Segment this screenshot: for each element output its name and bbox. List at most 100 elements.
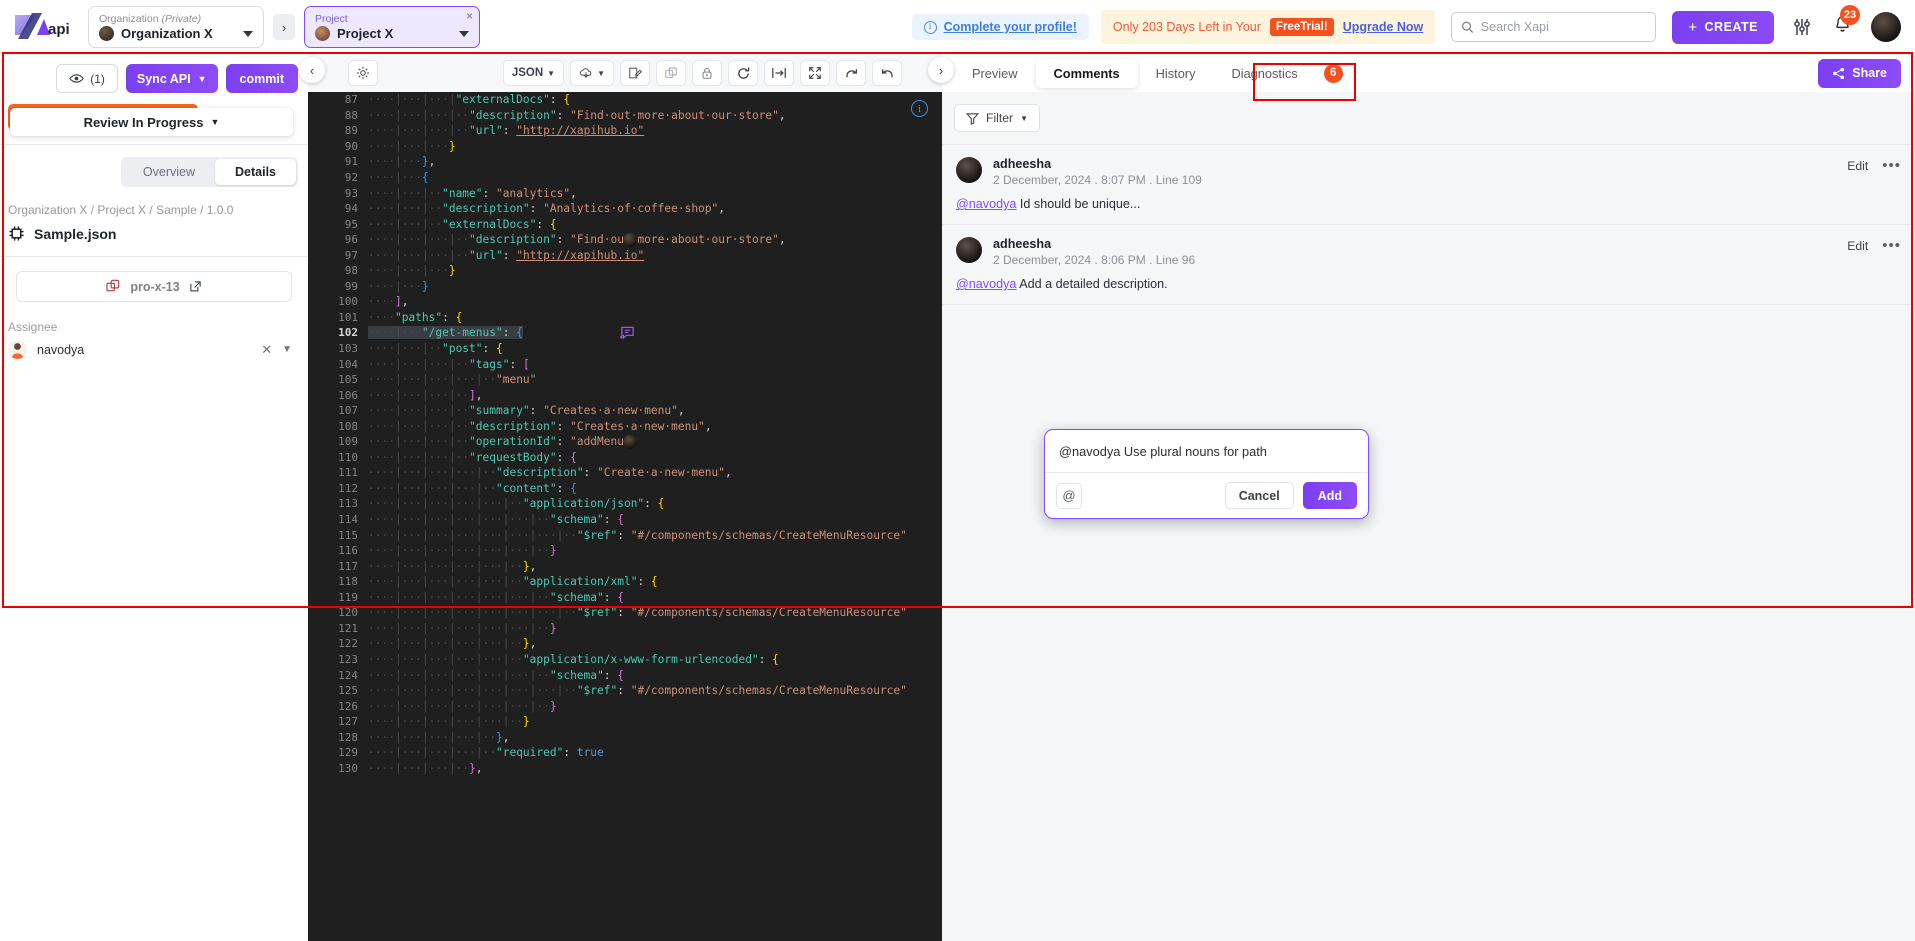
code-line[interactable]: 89····|···|···|··"url": "http://xapihub.… — [308, 123, 942, 139]
assignee-row[interactable]: navodya ✕ ▼ — [0, 340, 308, 359]
mention-link[interactable]: @navodya — [956, 277, 1016, 291]
code-line[interactable]: 100····], — [308, 294, 942, 310]
code-line[interactable]: 113····|···|···|···|···|··"application/j… — [308, 496, 942, 512]
code-text[interactable]: ····|···|···|···|···|···|···|··"$ref": "… — [368, 684, 942, 697]
code-line[interactable]: 88····|···|···|··"description": "Find·ou… — [308, 108, 942, 124]
code-line[interactable]: 103····|···|··"post": { — [308, 341, 942, 357]
code-text[interactable]: ····], — [368, 295, 942, 308]
tab-diagnostics[interactable]: Diagnostics — [1213, 59, 1315, 88]
settings-sliders-icon[interactable] — [1792, 17, 1812, 37]
collapse-right-button[interactable]: › — [928, 57, 954, 83]
fullscreen-button[interactable] — [800, 60, 830, 86]
code-line[interactable]: 127····|···|···|···|···|··} — [308, 714, 942, 730]
code-text[interactable]: ····|···|···} — [368, 264, 942, 277]
code-line[interactable]: 115····|···|···|···|···|···|···|··"$ref"… — [308, 527, 942, 543]
external-link-icon[interactable] — [189, 280, 202, 293]
code-line[interactable]: 102····|···"/get-menus": { — [308, 325, 942, 341]
undo-button[interactable] — [872, 60, 902, 86]
code-line[interactable]: 116····|···|···|···|···|···|··} — [308, 543, 942, 559]
code-line[interactable]: 91····|···}, — [308, 154, 942, 170]
edit-comment-button[interactable]: Edit — [1847, 159, 1868, 173]
code-text[interactable]: ····|···|···|···|···|···|··} — [368, 544, 942, 557]
code-line[interactable]: 128····|···|···|···|··}, — [308, 729, 942, 745]
info-icon[interactable]: i — [911, 100, 928, 117]
lock-button[interactable] — [692, 60, 722, 86]
code-line[interactable]: 123····|···|···|···|···|··"application/x… — [308, 652, 942, 668]
share-button[interactable]: Share — [1818, 59, 1901, 88]
gutter-comment-avatar[interactable] — [623, 233, 637, 247]
code-text[interactable]: ····|···|···|···|···|··"application/x-ww… — [368, 653, 942, 666]
code-text[interactable]: ····|···|···|···|··"menu" — [368, 373, 942, 386]
code-text[interactable]: ····|···|···|···|···|···|···|··"$ref": "… — [368, 606, 942, 619]
comment-item[interactable]: adheesha 2 December, 2024 . 8:06 PM . Li… — [942, 224, 1915, 304]
code-line[interactable]: 108····|···|···|··"description": "Create… — [308, 418, 942, 434]
search-box[interactable] — [1451, 12, 1656, 42]
refresh-button[interactable] — [728, 60, 758, 86]
notifications-bell[interactable]: 23 — [1832, 14, 1853, 40]
code-text[interactable]: ····|···|···|···|··"description": "Creat… — [368, 466, 942, 479]
filter-button[interactable]: Filter ▼ — [954, 104, 1040, 132]
tab-overview[interactable]: Overview — [123, 159, 215, 185]
editor-settings-button[interactable] — [348, 60, 378, 86]
code-text[interactable]: ····|···|···|···|···|··"application/xml"… — [368, 575, 942, 588]
code-text[interactable]: ····|···|··"externalDocs": { — [368, 218, 942, 231]
add-comment-icon[interactable] — [620, 325, 635, 340]
code-line[interactable]: 101····"paths": { — [308, 310, 942, 326]
code-text[interactable]: ····|···|···|··], — [368, 389, 942, 402]
cancel-button[interactable]: Cancel — [1225, 482, 1294, 509]
collapse-left-button[interactable]: ‹ — [299, 57, 325, 83]
code-text[interactable]: ····|···|···|···|···|···|···|··"$ref": "… — [368, 529, 942, 542]
code-line[interactable]: 105····|···|···|···|··"menu" — [308, 372, 942, 388]
code-text[interactable]: ····|···}, — [368, 155, 942, 168]
remove-assignee-icon[interactable]: ✕ — [261, 342, 272, 358]
more-options-icon[interactable]: ••• — [1882, 161, 1901, 171]
code-line[interactable]: 93····|···|··"name": "analytics", — [308, 185, 942, 201]
complete-profile-banner[interactable]: i Complete your profile! — [912, 14, 1089, 40]
xapi-logo[interactable]: api — [12, 9, 74, 45]
code-text[interactable]: ····|···|···} — [368, 140, 942, 153]
code-text[interactable]: ····|···|···|···|···|··}, — [368, 560, 942, 573]
gutter-comment-avatar[interactable] — [623, 435, 637, 449]
project-selector[interactable]: × Project Project X — [304, 6, 480, 48]
code-text[interactable]: ····|···|···|···|···|··} — [368, 715, 942, 728]
code-text[interactable]: ····|···"/get-menus": { — [368, 326, 942, 339]
tab-details[interactable]: Details — [215, 159, 296, 185]
code-line[interactable]: 126····|···|···|···|···|···|··} — [308, 698, 942, 714]
code-text[interactable]: ····|···|···|··"operationId": "addMenu", — [368, 435, 942, 448]
commit-button[interactable]: commit — [226, 64, 298, 93]
mention-icon[interactable]: @ — [1056, 483, 1082, 509]
code-line[interactable]: 118····|···|···|···|···|··"application/x… — [308, 574, 942, 590]
code-text[interactable]: ····|···} — [368, 280, 942, 293]
code-line[interactable]: 129····|···|···|···|··"required": true — [308, 745, 942, 761]
code-text[interactable]: ····|···|···|···|···|··"application/json… — [368, 497, 942, 510]
code-text[interactable]: ····|···|···|··"url": "http://xapihub.io… — [368, 249, 942, 262]
chevron-down-icon[interactable]: ▼ — [282, 344, 292, 355]
code-line[interactable]: 117····|···|···|···|···|··}, — [308, 558, 942, 574]
code-text[interactable]: ····"paths": { — [368, 311, 942, 324]
code-line[interactable]: 130····|···|···|··}, — [308, 761, 942, 777]
sync-api-button[interactable]: Sync API ▼ — [126, 64, 218, 93]
code-text[interactable]: ····|···|··"name": "analytics", — [368, 187, 942, 200]
search-input[interactable] — [1481, 20, 1646, 34]
watchers-button[interactable]: (1) — [56, 64, 118, 93]
new-comment-popup[interactable]: @navodya Use plural nouns for path @ Can… — [1044, 429, 1369, 519]
code-text[interactable]: ····|···|··"description": "Analytics·of·… — [368, 202, 942, 215]
code-text[interactable]: ····|···|···|··"url": "http://xapihub.io… — [368, 124, 942, 137]
code-text[interactable]: ····|···|··"post": { — [368, 342, 942, 355]
code-line[interactable]: 112····|···|···|···|··"content": { — [308, 481, 942, 497]
redo-button[interactable] — [836, 60, 866, 86]
code-text[interactable]: ····|···|···|···|··"content": { — [368, 482, 942, 495]
format-select-button[interactable]: JSON ▼ — [503, 60, 564, 86]
chevron-down-icon[interactable] — [459, 31, 469, 37]
code-text[interactable]: ····|···|···|···|···|···|··} — [368, 622, 942, 635]
code-line[interactable]: 87····|···|···|"externalDocs": { — [308, 92, 942, 108]
code-line[interactable]: 94····|···|··"description": "Analytics·o… — [308, 201, 942, 217]
code-text[interactable]: ····|···|···|··"requestBody": { — [368, 451, 942, 464]
project-link-button[interactable]: pro-x-13 — [16, 271, 292, 302]
tab-comments[interactable]: Comments — [1036, 59, 1138, 88]
code-line[interactable]: 107····|···|···|··"summary": "Creates·a·… — [308, 403, 942, 419]
code-text[interactable]: ····|···|···|···|··"required": true — [368, 746, 942, 759]
user-avatar[interactable] — [1871, 12, 1901, 42]
code-line[interactable]: 92····|···{ — [308, 170, 942, 186]
upgrade-now-link[interactable]: Upgrade Now — [1343, 20, 1424, 34]
